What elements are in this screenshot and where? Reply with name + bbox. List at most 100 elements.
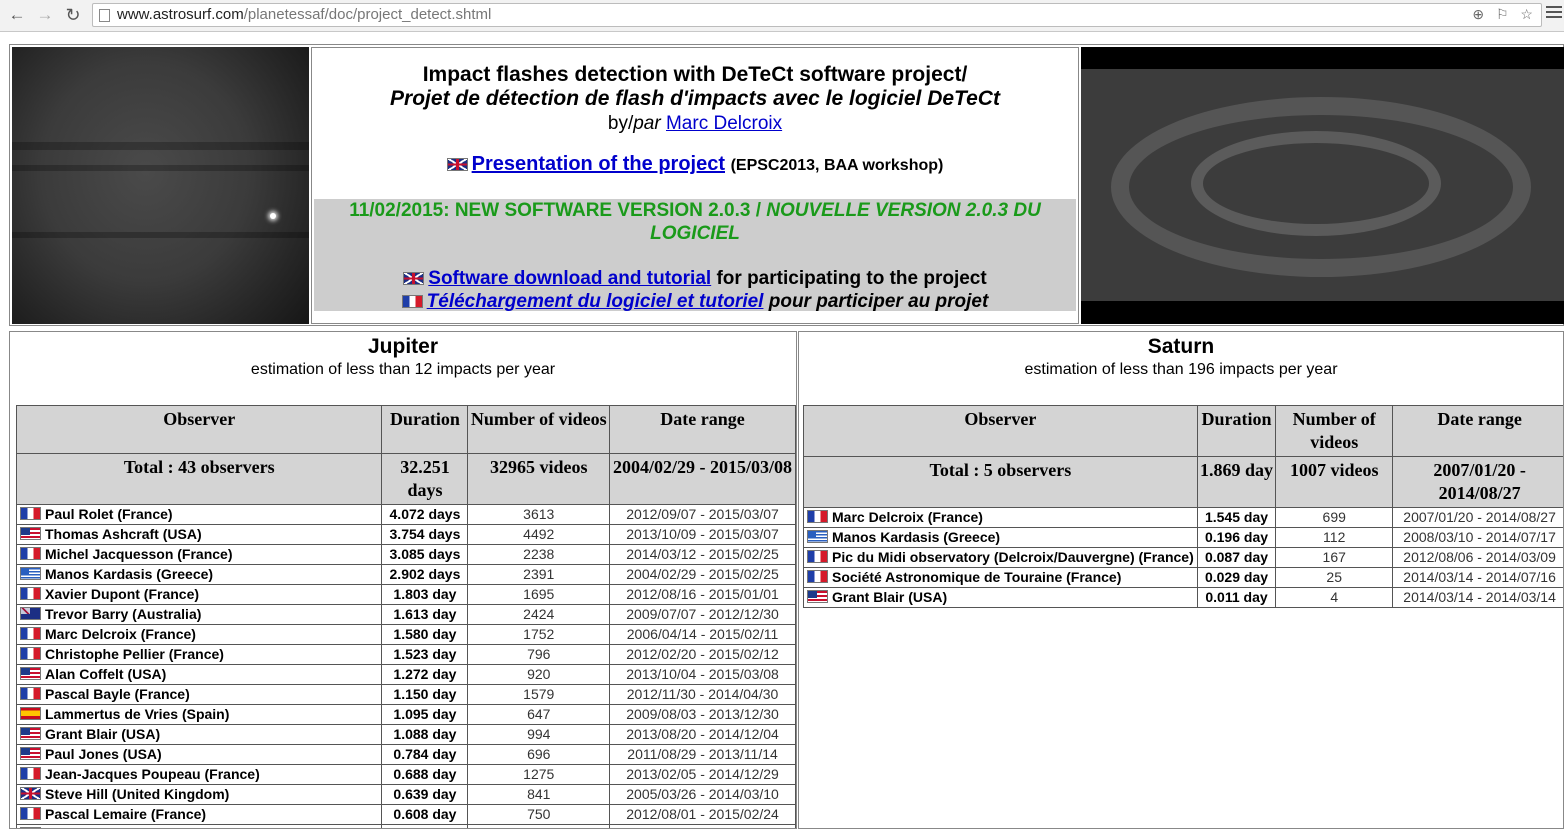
date-range-cell: 2008/03/10 - 2014/07/17 [1392,527,1563,548]
duration-cell: 1.580 day [381,624,469,645]
duration-cell: 0.470 day [381,824,469,828]
table-row: Pascal Bayle (France) 1.150 day 1579 2012/1… [15,684,796,705]
date-range-cell: 2014/03/14 - 2014/07/16 [1392,567,1563,588]
france-flag-icon [401,295,423,308]
reload-icon[interactable]: ↻ [62,4,84,26]
date-range-cell: 2012/02/20 - 2015/02/12 [609,644,796,665]
byline: by/par Marc Delcroix [607,113,783,134]
videos-cell: 647 [467,704,611,725]
date-range-cell: 2012/08/01 - 2015/02/24 [609,804,796,825]
table-row: Paul Jones (USA) 0.784 day 696 2011/08/29 -… [15,744,796,765]
us-flag-icon [20,527,41,540]
observer-cell: Paul Jones (USA) [15,744,383,765]
fr-flag-icon [20,767,41,780]
observer-cell: Lammertus de Vries (Spain) [15,704,383,725]
observer-cell: Paul Rolet (France) [15,504,383,525]
col-date-range: Date range [1392,405,1563,457]
date-range-cell: 2013/08/20 - 2014/12/04 [609,724,796,745]
uk-flag-icon [446,158,468,171]
table-row: Christophe Pellier (France) 1.523 day 796 2… [15,644,796,665]
jupiter-impact-image [12,47,309,324]
zoom-translate-star-icons[interactable]: ⊕ ⚐ ☆ [1472,6,1537,23]
us-flag-icon [20,727,41,740]
fr-flag-icon [20,807,41,820]
saturn-observers-table: Observer Duration Number of videos Date … [803,405,1563,608]
observer-cell: Alan Coffelt (USA) [15,664,383,685]
saturn-title: Saturn [1147,335,1215,358]
date-range-cell: 2007/01/20 - 2014/08/27 [1392,507,1563,528]
videos-cell: 994 [467,724,611,745]
uk-flag-icon [403,272,425,285]
duration-cell: 1.545 day [1196,507,1277,528]
table-row: Thomas Ashcraft (USA) 3.754 days 4492 2013/… [15,524,796,545]
fr-flag-icon [20,627,41,640]
date-range-cell: 2012/11/30 - 2014/04/30 [609,684,796,705]
date-range-cell: 2012/08/06 - 2014/03/09 [1392,547,1563,568]
duration-cell: 3.754 days [381,524,469,545]
author-link[interactable]: Marc Delcroix [666,113,782,134]
videos-cell: 2238 [467,544,611,565]
duration-cell: 1.088 day [381,724,469,745]
table-row: Stéphane Gonzales (France)0.470 day55820… [15,824,796,828]
fr-flag-icon [807,510,828,523]
back-arrow-icon[interactable]: ← [6,4,28,26]
duration-cell: 1.095 day [381,704,469,725]
download-fr-line: Téléchargement du logiciel et tutoriel p… [314,290,1076,313]
observer-cell: Michel Jacquesson (France) [15,544,383,565]
observer-cell: Pascal Lemaire (France) [15,804,383,825]
menu-icon[interactable] [1546,6,1562,22]
date-range-cell: 2011/08/29 - 2013/11/14 [609,744,796,765]
videos-cell: 4 [1275,587,1394,608]
table-row: Manos Kardasis (Greece) 2.902 days 2391 200… [15,564,796,585]
videos-cell: 1695 [467,584,611,605]
table-row: Lammertus de Vries (Spain) 1.095 day 647 20… [15,704,796,725]
gr-flag-icon [807,530,828,543]
date-range-cell: 2012/09/07 - 2015/03/07 [609,504,796,525]
duration-cell: 0.029 day [1196,567,1277,588]
us-flag-icon [20,747,41,760]
download-link-en[interactable]: Software download and tutorial [428,268,711,289]
saturn-estimate: estimation of less than 196 impacts per … [1024,361,1338,378]
table-row: Trevor Barry (Australia) 1.613 day 2424 200… [15,604,796,625]
table-row: Michel Jacquesson (France) 3.085 days 2238… [15,544,796,565]
us-flag-icon [20,667,41,680]
address-bar[interactable]: www.astrosurf.com/planetessaf/doc/projec… [92,3,1542,27]
observer-cell: Grant Blair (USA) [15,724,383,745]
videos-cell: 1275 [467,764,611,785]
table-row: Grant Blair (USA) 1.088 day 994 2013/08/20 … [15,724,796,745]
videos-cell: 167 [1275,547,1394,568]
total-row: Total : 43 observers 32.251 days 32965 v… [15,453,796,505]
forward-arrow-icon[interactable]: → [34,4,56,26]
videos-cell: 1752 [467,624,611,645]
presentation-link[interactable]: Presentation of the project [472,153,725,175]
duration-cell: 0.196 day [1196,527,1277,548]
date-range-cell: 2013/02/05 - 2014/12/29 [609,764,796,785]
date-range-cell: 2013/10/04 - 2015/03/08 [609,664,796,685]
observer-cell: Manos Kardasis (Greece) [15,564,383,585]
header-center: Impact flashes detection with DeTeCt sof… [311,47,1079,324]
videos-cell: 25 [1275,567,1394,588]
fr-flag-icon [20,587,41,600]
videos-cell: 696 [467,744,611,765]
download-link-fr[interactable]: Téléchargement du logiciel et tutoriel [427,291,764,312]
jupiter-title: Jupiter [367,335,438,358]
observer-cell: Manos Kardasis (Greece) [803,527,1198,548]
duration-cell: 0.011 day [1196,587,1277,608]
observer-cell: Pic du Midi observatory (Delcroix/Dauver… [803,547,1198,568]
es-flag-icon [20,707,41,720]
duration-cell: 0.087 day [1196,547,1277,568]
date-range-cell: 2013/12/28 - 2015/02/27 [609,824,796,828]
duration-cell: 0.688 day [381,764,469,785]
date-range-cell: 2009/08/03 - 2013/12/30 [609,704,796,725]
date-range-cell: 2004/02/29 - 2015/02/25 [609,564,796,585]
duration-cell: 1.803 day [381,584,469,605]
col-duration: Duration [1196,405,1277,457]
videos-cell: 1579 [467,684,611,705]
saturn-image [1081,47,1564,324]
observer-cell: Thomas Ashcraft (USA) [15,524,383,545]
table-row: Société Astronomique de Touraine (France… [803,567,1563,588]
au-flag-icon [20,607,41,620]
duration-cell: 0.608 day [381,804,469,825]
table-row: Steve Hill (United Kingdom) 0.639 day 841 2… [15,784,796,805]
us-flag-icon [807,590,828,603]
